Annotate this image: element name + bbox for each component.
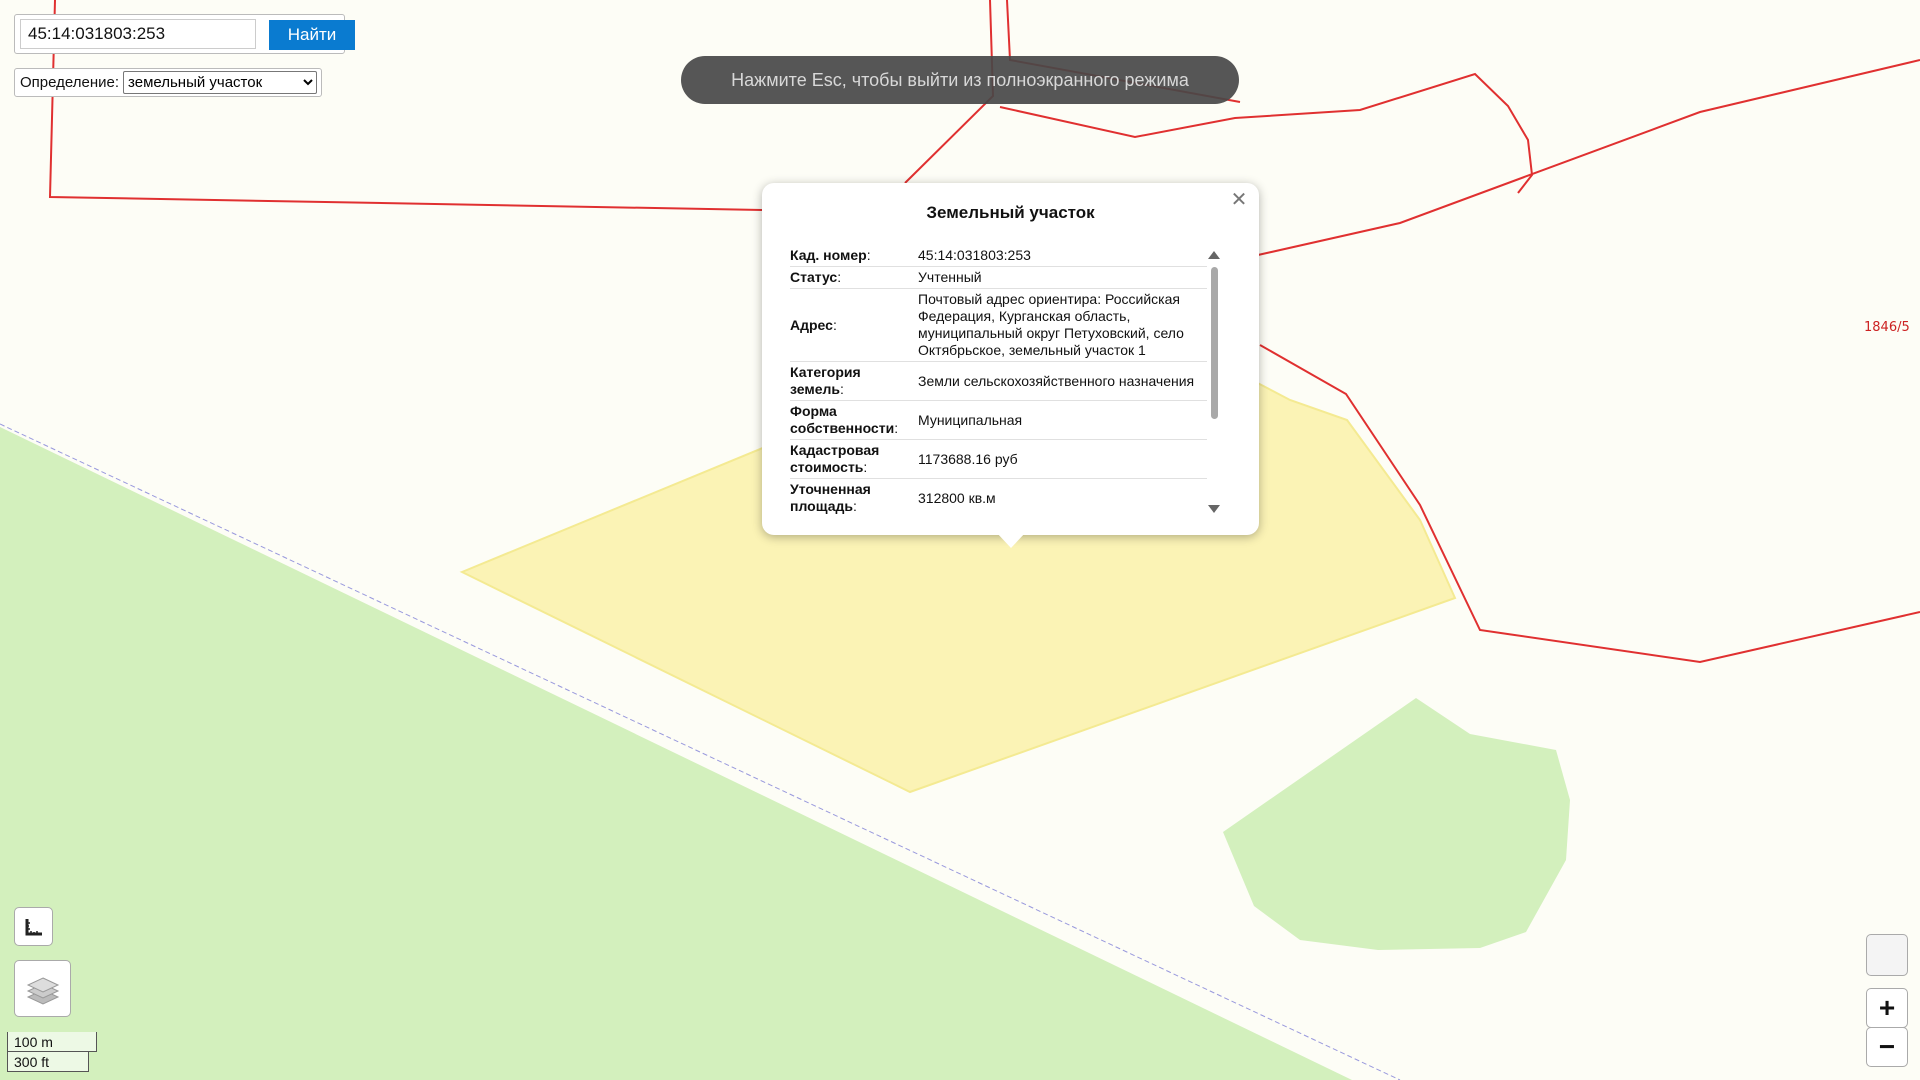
info-value: Муниципальная <box>918 400 1207 440</box>
scroll-thumb[interactable] <box>1211 267 1218 419</box>
info-key: Уточненная площадь <box>790 481 871 514</box>
layers-button[interactable] <box>14 960 71 1017</box>
definition-select[interactable]: земельный участок <box>123 71 318 94</box>
popup-info-content[interactable]: Кад. номер: 45:14:031803:253 Статус: Учт… <box>790 245 1207 517</box>
info-table: Кад. номер: 45:14:031803:253 Статус: Учт… <box>790 245 1207 517</box>
zoom-out-button[interactable]: − <box>1866 1027 1908 1067</box>
zoom-in-button[interactable]: + <box>1866 988 1908 1028</box>
scale-metric: 100 m <box>7 1032 97 1052</box>
info-value: 312800 кв.м <box>918 478 1207 517</box>
scale-imperial: 300 ft <box>7 1052 89 1072</box>
fullscreen-notice: Нажмите Esc, чтобы выйти из полноэкранно… <box>681 56 1239 104</box>
info-key: Кад. номер <box>790 247 867 263</box>
map-canvas[interactable] <box>0 0 1920 1080</box>
search-panel: Найти <box>14 14 355 54</box>
layers-icon <box>26 976 59 1005</box>
parcel-info-popup: ✕ Земельный участок Кад. номер: 45:14:03… <box>762 183 1259 535</box>
info-value: Почтовый адрес ориентира: Российская Фед… <box>918 288 1207 362</box>
cadastral-search-input[interactable] <box>20 19 256 49</box>
ruler-button[interactable] <box>14 907 53 946</box>
info-value: 45:14:031803:253 <box>918 245 1207 267</box>
info-key: Статус <box>790 269 838 285</box>
find-button[interactable]: Найти <box>269 20 355 50</box>
scroll-down-arrow-icon[interactable] <box>1208 505 1220 513</box>
info-key: Категория земель <box>790 364 861 397</box>
fullscreen-button[interactable] <box>1866 934 1908 976</box>
info-key: Форма собственности <box>790 403 895 436</box>
popup-title: Земельный участок <box>926 203 1095 222</box>
info-value: Земли сельскохозяйственного назначения <box>918 361 1207 401</box>
ruler-icon <box>25 918 42 935</box>
popup-scrollbar[interactable] <box>1208 249 1220 515</box>
info-key: Адрес <box>790 316 833 333</box>
info-row: Форма собственности: Муниципальная <box>790 400 1207 440</box>
info-row: Адрес: Почтовый адрес ориентира: Российс… <box>790 288 1207 362</box>
definition-label: Определение: <box>20 74 120 91</box>
info-row: Кадастровая стоимость: 1173688.16 руб <box>790 439 1207 479</box>
info-row: Уточненная площадь: 312800 кв.м <box>790 478 1207 517</box>
scroll-up-arrow-icon[interactable] <box>1208 251 1220 259</box>
info-row: Кад. номер: 45:14:031803:253 <box>790 245 1207 267</box>
info-value: 1173688.16 руб <box>918 439 1207 479</box>
info-row: Категория земель: Земли сельскохозяйстве… <box>790 361 1207 401</box>
parcel-number-label: 1846/5 <box>1864 320 1910 335</box>
popup-pointer <box>996 532 1026 548</box>
info-row: Статус: Учтенный <box>790 266 1207 289</box>
info-value: Учтенный <box>918 266 1207 289</box>
definition-panel: Определение: земельный участок <box>14 68 323 97</box>
